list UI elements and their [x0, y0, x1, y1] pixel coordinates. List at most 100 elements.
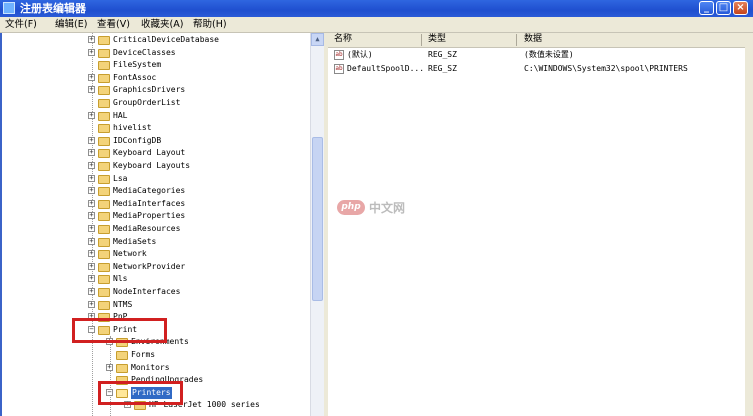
- expand-icon[interactable]: +: [88, 36, 95, 43]
- folder-icon: [98, 73, 110, 83]
- tree-item-label: Monitors: [131, 362, 170, 372]
- expand-icon[interactable]: +: [88, 199, 95, 207]
- tree-item-hal[interactable]: + HAL: [2, 110, 310, 122]
- tree-item-hivelist[interactable]: hivelist: [2, 122, 310, 134]
- tree-item-grouporderlist[interactable]: GroupOrderList: [2, 97, 310, 109]
- window-right-border: [745, 33, 753, 416]
- tree-item-mediaresources[interactable]: + MediaResources: [2, 223, 310, 235]
- tree-item-label: NTMS: [113, 299, 133, 309]
- tree-item-label: MediaProperties: [113, 211, 186, 221]
- scroll-up-arrow-icon[interactable]: ▲: [311, 33, 324, 46]
- expand-icon[interactable]: +: [88, 86, 95, 94]
- expand-icon[interactable]: +: [88, 174, 95, 182]
- tree-item-keyboard-layout[interactable]: + Keyboard Layout: [2, 147, 310, 159]
- tree-item-label: Nls: [113, 274, 128, 284]
- menu-view[interactable]: 查看(V): [97, 18, 130, 31]
- tree-item-label: Forms: [131, 350, 156, 359]
- expand-icon[interactable]: +: [88, 187, 95, 195]
- registry-values-list[interactable]: 名称 类型 数据 ab (默认) REG_SZ (数值未设置) ab Defau…: [328, 33, 745, 416]
- menu-file[interactable]: 文件(F): [5, 18, 37, 31]
- column-header-data[interactable]: 数据: [524, 33, 542, 46]
- tree-item-label: hivelist: [113, 123, 152, 133]
- folder-icon: [98, 149, 110, 159]
- menu-favorites[interactable]: 收藏夹(A): [141, 18, 183, 31]
- expand-icon[interactable]: +: [88, 136, 95, 144]
- value-row-default[interactable]: ab (默认) REG_SZ (数值未设置): [328, 49, 745, 61]
- value-row-default-spool-directory[interactable]: ab DefaultSpoolD... REG_SZ C:\WINDOWS\Sy…: [328, 63, 745, 75]
- value-data: (数值未设置): [524, 50, 574, 59]
- expand-icon[interactable]: +: [88, 237, 95, 245]
- tree-item-nls[interactable]: + Nls: [2, 273, 310, 285]
- expand-icon[interactable]: +: [88, 48, 95, 56]
- values-list-header: 名称 类型 数据: [328, 33, 745, 48]
- tree-scrollbar[interactable]: ▲: [310, 33, 324, 416]
- expand-icon[interactable]: +: [106, 363, 113, 371]
- expand-icon[interactable]: +: [88, 73, 95, 81]
- folder-icon: [98, 237, 110, 247]
- expand-icon[interactable]: +: [88, 111, 95, 119]
- tree-item-monitors[interactable]: + Monitors: [2, 362, 310, 374]
- folder-icon: [98, 300, 110, 310]
- folder-icon: [98, 225, 110, 234]
- tree-item-label: DeviceClasses: [113, 47, 176, 57]
- tree-item-label: GroupOrderList: [113, 98, 181, 107]
- expand-icon[interactable]: +: [88, 262, 95, 270]
- expand-icon[interactable]: +: [88, 275, 95, 283]
- expand-icon[interactable]: +: [88, 225, 95, 232]
- maximize-button[interactable]: □: [716, 1, 731, 15]
- tree-item-label: HAL: [113, 110, 128, 120]
- minimize-button[interactable]: _: [699, 1, 714, 15]
- registry-key-tree[interactable]: + CriticalDeviceDatabase + DeviceClasses Fil…: [2, 33, 310, 416]
- tree-item-filesystem[interactable]: FileSystem: [2, 59, 310, 71]
- print-key-highlight-box: [72, 318, 167, 343]
- tree-item-networkprovider[interactable]: + NetworkProvider: [2, 261, 310, 273]
- tree-item-label: Lsa: [113, 173, 128, 183]
- tree-item-ntms[interactable]: + NTMS: [2, 299, 310, 311]
- column-header-name[interactable]: 名称: [334, 33, 352, 46]
- tree-item-forms[interactable]: Forms: [2, 349, 310, 361]
- tree-item-idconfigdb[interactable]: + IDConfigDB: [2, 135, 310, 147]
- expand-icon[interactable]: +: [88, 250, 95, 258]
- column-separator[interactable]: [421, 34, 422, 46]
- expand-icon[interactable]: +: [88, 300, 95, 308]
- folder-icon: [98, 86, 110, 96]
- tree-item-nodeinterfaces[interactable]: + NodeInterfaces: [2, 286, 310, 298]
- printers-key-highlight-box: [98, 381, 183, 405]
- tree-item-keyboard-layouts[interactable]: + Keyboard Layouts: [2, 160, 310, 172]
- folder-icon: [98, 162, 110, 171]
- menu-edit[interactable]: 编辑(E): [55, 18, 87, 31]
- close-button[interactable]: ×: [733, 1, 748, 15]
- expand-icon[interactable]: +: [88, 288, 95, 295]
- tree-item-mediaproperties[interactable]: + MediaProperties: [2, 210, 310, 222]
- folder-icon: [116, 363, 128, 373]
- folder-icon: [98, 174, 110, 184]
- folder-icon: [116, 351, 128, 360]
- tree-item-deviceclasses[interactable]: + DeviceClasses: [2, 47, 310, 59]
- column-separator[interactable]: [516, 34, 517, 46]
- folder-icon: [98, 250, 110, 260]
- value-name: (默认): [347, 50, 373, 59]
- tree-item-label: GraphicsDrivers: [113, 85, 186, 95]
- folder-icon: [98, 48, 110, 58]
- column-header-type[interactable]: 类型: [428, 33, 446, 46]
- expand-icon[interactable]: +: [88, 149, 95, 157]
- tree-item-label: IDConfigDB: [113, 135, 162, 145]
- tree-item-criticaldevicedatabase[interactable]: + CriticalDeviceDatabase: [2, 34, 310, 46]
- watermark-badge: php: [337, 200, 365, 215]
- tree-item-network[interactable]: + Network: [2, 248, 310, 260]
- menu-help[interactable]: 帮助(H): [193, 18, 227, 31]
- php-cn-watermark: php 中文网: [337, 199, 417, 217]
- tree-item-graphicsdrivers[interactable]: + GraphicsDrivers: [2, 84, 310, 96]
- folder-icon: [98, 212, 110, 222]
- expand-icon[interactable]: +: [88, 212, 95, 220]
- tree-item-fontassoc[interactable]: + FontAssoc: [2, 72, 310, 84]
- tree-item-lsa[interactable]: + Lsa: [2, 173, 310, 185]
- expand-icon[interactable]: +: [88, 162, 95, 169]
- tree-item-label: Keyboard Layout: [113, 148, 186, 158]
- tree-item-mediacategories[interactable]: + MediaCategories: [2, 185, 310, 197]
- value-type: REG_SZ: [428, 50, 457, 59]
- scroll-thumb[interactable]: [312, 137, 323, 301]
- tree-item-mediainterfaces[interactable]: + MediaInterfaces: [2, 198, 310, 210]
- tree-item-label: MediaResources: [113, 224, 181, 233]
- tree-item-mediasets[interactable]: + MediaSets: [2, 236, 310, 248]
